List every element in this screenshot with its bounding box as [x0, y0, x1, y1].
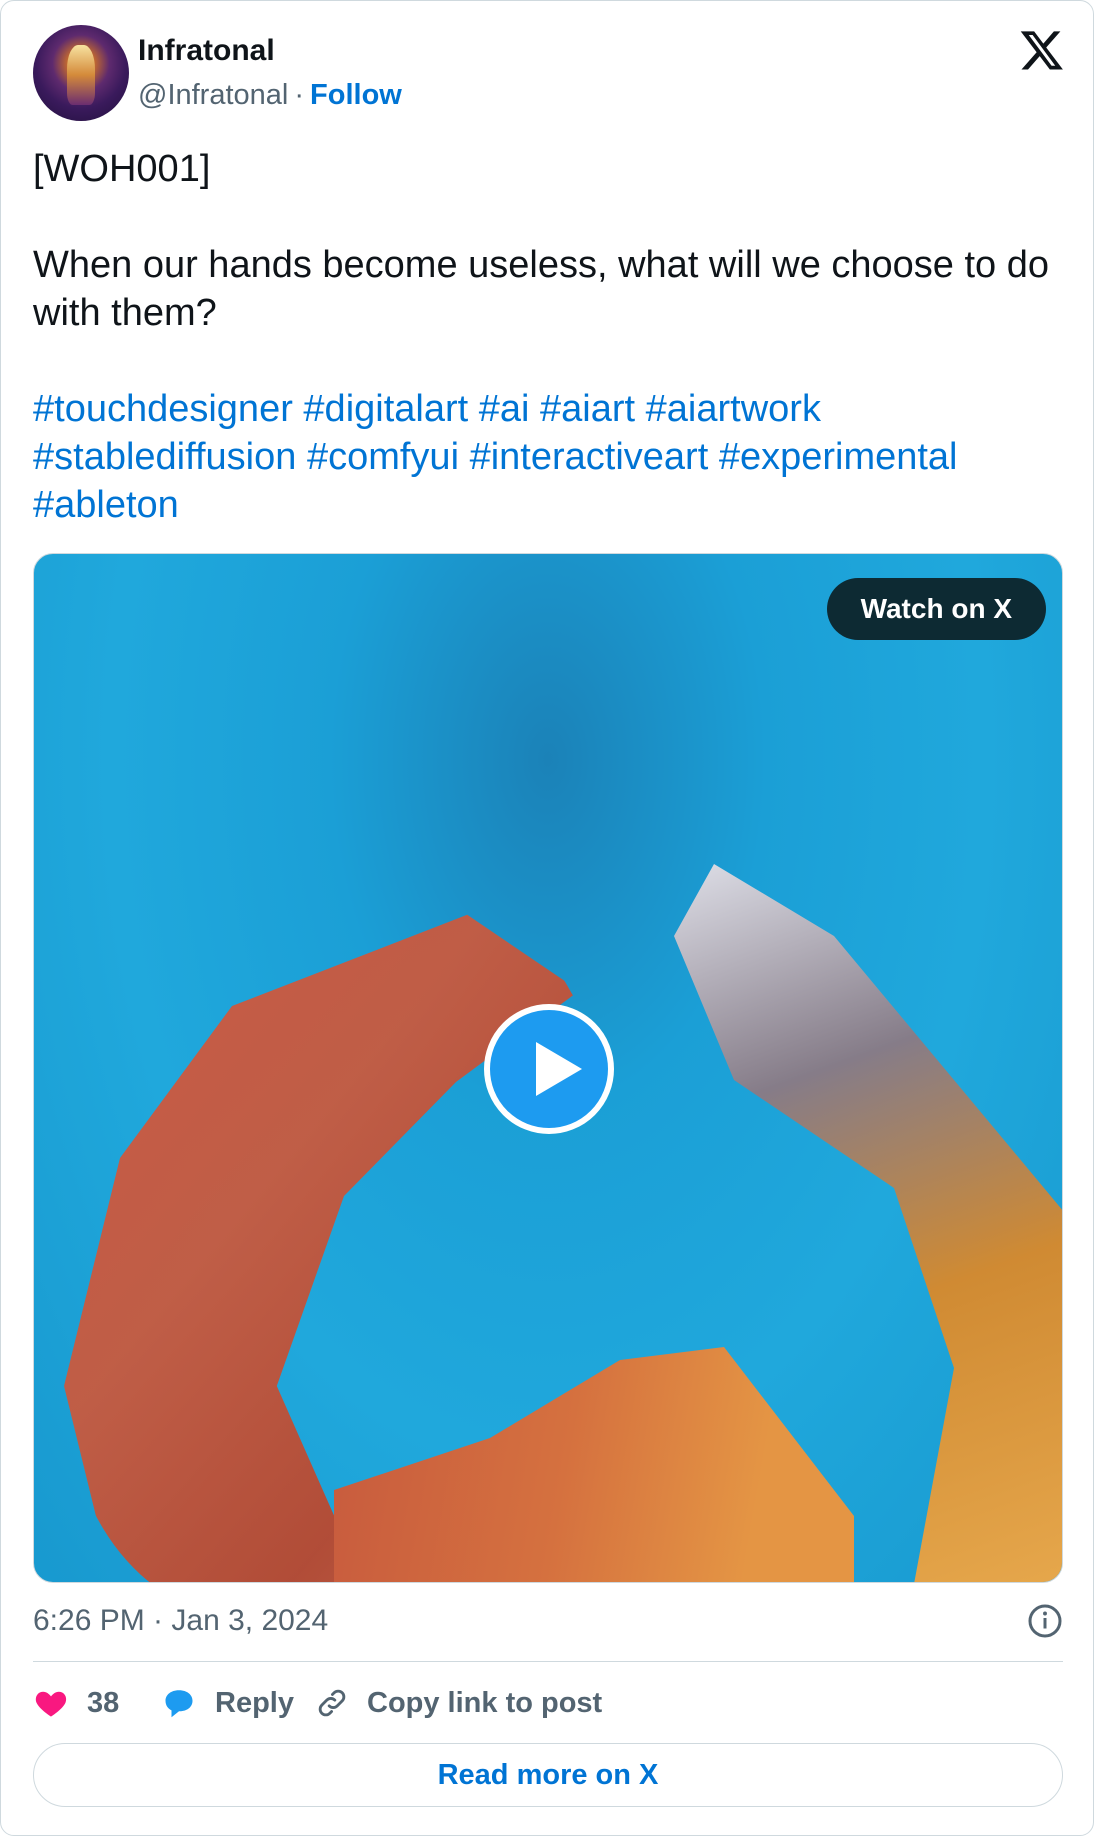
post-text-line-2: When our hands become useless, what will… [33, 244, 1049, 334]
hashtag-link[interactable]: #touchdesigner [33, 388, 293, 430]
hashtag-link[interactable]: #interactiveart [470, 436, 709, 478]
reply-button[interactable]: Reply [161, 1683, 294, 1723]
hashtag-link[interactable]: #digitalart [303, 388, 468, 430]
like-count: 38 [87, 1686, 120, 1719]
hashtag-link[interactable]: #aiartwork [646, 388, 821, 430]
avatar[interactable] [33, 25, 129, 121]
read-more-button[interactable]: Read more on X [33, 1743, 1063, 1807]
artwork-bottom-form [334, 1347, 854, 1582]
video-thumbnail[interactable]: Watch on X [33, 553, 1063, 1583]
like-button[interactable]: 38 [33, 1683, 119, 1723]
action-bar: 38 Reply Copy link to post [33, 1683, 1063, 1723]
copy-link-label: Copy link to post [367, 1686, 603, 1719]
x-logo-icon[interactable] [1019, 27, 1065, 73]
follow-button[interactable]: Follow [310, 79, 402, 111]
post-text: [WOH001] When our hands become useless, … [33, 145, 1063, 529]
embedded-post-card: Infratonal @Infratonal · Follow [WOH001] W… [0, 0, 1094, 1836]
author-name[interactable]: Infratonal [138, 33, 275, 69]
post-code: [WOH001] [33, 148, 211, 190]
post-text-line-1: [WOH001] [33, 145, 1063, 193]
copy-link-button[interactable]: Copy link to post [315, 1683, 602, 1723]
hashtag-link[interactable]: #stablediffusion [33, 436, 296, 478]
reply-label: Reply [215, 1686, 294, 1719]
hashtag-link[interactable]: #comfyui [307, 436, 459, 478]
hashtag-link[interactable]: #ai [479, 388, 530, 430]
post-meta: 6:26 PM · Jan 3, 2024 [33, 1601, 1063, 1641]
divider [33, 1661, 1063, 1662]
watch-on-x-button[interactable]: Watch on X [826, 578, 1046, 640]
post-timestamp[interactable]: 6:26 PM · Jan 3, 2024 [33, 1604, 328, 1637]
play-icon[interactable] [484, 1004, 614, 1134]
hashtag-list: #touchdesigner #digitalart #ai #aiart #a… [33, 385, 1063, 529]
separator-dot: · [294, 79, 305, 111]
author-handle[interactable]: @Infratonal [138, 79, 288, 111]
hashtag-link[interactable]: #ableton [33, 484, 179, 526]
link-icon [318, 1689, 346, 1717]
info-icon[interactable] [1027, 1603, 1063, 1639]
heart-icon [35, 1691, 67, 1717]
reply-bubble-icon [165, 1690, 193, 1718]
handle-row: @Infratonal · Follow [138, 77, 402, 113]
post-header: Infratonal @Infratonal · Follow [33, 25, 1065, 121]
hashtag-link[interactable]: #experimental [719, 436, 958, 478]
hashtag-link[interactable]: #aiart [540, 388, 635, 430]
